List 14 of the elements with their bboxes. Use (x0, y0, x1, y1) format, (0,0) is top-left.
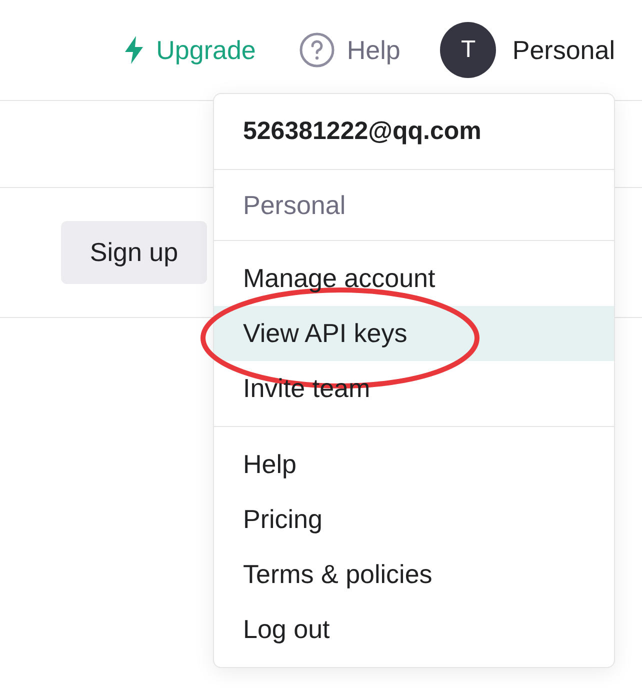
help-link[interactable]: Help (298, 32, 400, 68)
sign-up-button[interactable]: Sign up (61, 221, 207, 284)
menu-item[interactable]: Terms & policies (214, 547, 614, 602)
help-icon (298, 32, 335, 68)
account-name[interactable]: Personal (512, 34, 615, 66)
avatar[interactable]: T (440, 22, 496, 78)
account-email: 526381222@qq.com (243, 117, 482, 146)
workspace-label: Personal (243, 190, 346, 220)
menu-item[interactable]: View API keys (214, 306, 614, 361)
menu-item[interactable]: Help (214, 437, 614, 492)
menu-item[interactable]: Manage account (214, 251, 614, 306)
lightning-icon (124, 36, 144, 64)
menu-item[interactable]: Pricing (214, 492, 614, 547)
menu-item[interactable]: Log out (214, 602, 614, 657)
